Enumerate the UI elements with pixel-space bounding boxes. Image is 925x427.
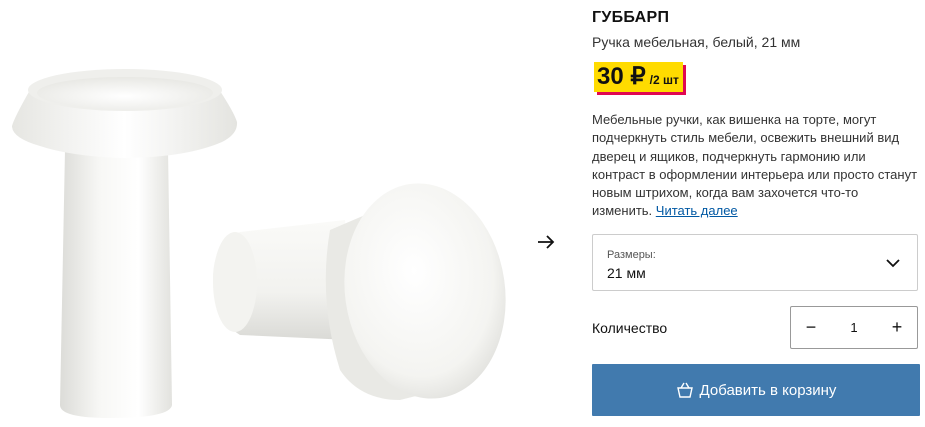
product-description: Мебельные ручки, как вишенка на торте, м… — [592, 111, 920, 221]
product-title: ГУББАРП — [592, 9, 670, 26]
quantity-decrease-button[interactable]: − — [791, 307, 831, 348]
quantity-stepper: − 1 + — [790, 306, 918, 349]
quantity-increase-button[interactable]: + — [877, 307, 917, 348]
add-to-cart-label: Добавить в корзину — [699, 381, 837, 399]
price-value: 30 ₽ — [597, 63, 646, 90]
arrow-right-icon[interactable] — [536, 232, 556, 252]
size-select-value: 21 мм — [607, 265, 646, 281]
size-select[interactable]: Размеры: 21 мм — [592, 234, 918, 291]
product-image — [0, 0, 530, 422]
quantity-value[interactable]: 1 — [850, 320, 857, 335]
size-select-label: Размеры: — [607, 249, 656, 261]
shopping-bag-icon — [676, 382, 693, 398]
price-unit: /2 шт — [649, 73, 679, 87]
read-more-link[interactable]: Читать далее — [656, 203, 738, 218]
description-text: Мебельные ручки, как вишенка на торте, м… — [592, 112, 918, 219]
quantity-label: Количество — [592, 320, 668, 336]
price-tag: 30 ₽ /2 шт — [594, 62, 683, 92]
product-subtitle: Ручка мебельная, белый, 21 мм — [592, 34, 801, 50]
chevron-down-icon — [886, 259, 900, 268]
add-to-cart-button[interactable]: Добавить в корзину — [592, 364, 920, 416]
